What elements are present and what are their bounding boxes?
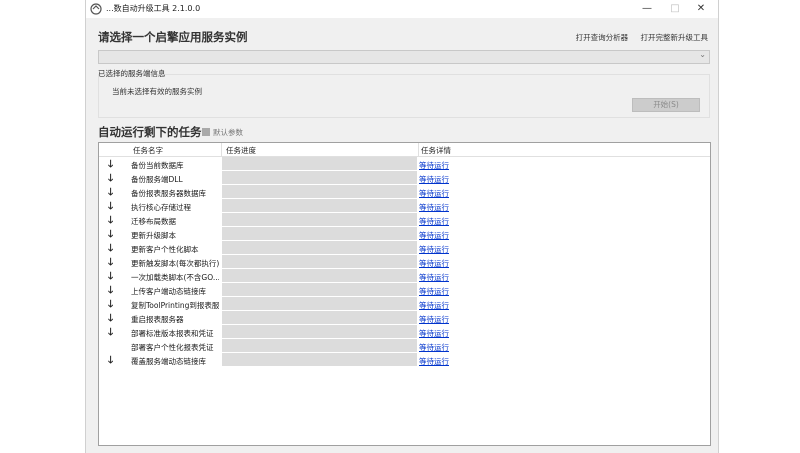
app-icon xyxy=(90,3,102,15)
task-detail-link[interactable]: 等待运行 xyxy=(419,188,449,199)
server-info-legend: 已选择的服务端信息 xyxy=(98,69,166,78)
task-progress-bar xyxy=(222,339,417,353)
title-bar: ...数自动升级工具 2.1.0.0 — □ ✕ xyxy=(86,0,718,18)
task-name: 备份报表服务器数据库 xyxy=(131,189,206,198)
table-row[interactable]: 🡓 备份当前数据库 等待运行 xyxy=(99,157,710,171)
table-row[interactable]: 🡓 上传客户端动态链接库 等待运行 xyxy=(99,283,710,297)
column-divider xyxy=(418,143,419,156)
task-progress-bar xyxy=(222,157,417,171)
table-row[interactable]: 🡓 执行核心存储过程 等待运行 xyxy=(99,199,710,213)
checkbox-icon xyxy=(202,128,210,136)
task-name: 重启报表服务器 xyxy=(131,315,184,324)
task-progress-bar xyxy=(222,325,417,339)
start-button[interactable]: 开始(S) xyxy=(632,98,700,112)
table-row[interactable]: 🡓 一次加载类脚本(不含GO... 等待运行 xyxy=(99,269,710,283)
open-full-upgrade-link[interactable]: 打开完整新升级工具 xyxy=(641,33,709,42)
task-name: 执行核心存储过程 xyxy=(131,203,191,212)
task-detail-link[interactable]: 等待运行 xyxy=(419,160,449,171)
task-detail-link[interactable]: 等待运行 xyxy=(419,202,449,213)
window-title: ...数自动升级工具 2.1.0.0 xyxy=(106,4,201,13)
table-row[interactable]: 🡓 更新升级脚本 等待运行 xyxy=(99,227,710,241)
task-detail-link[interactable]: 等待运行 xyxy=(419,244,449,255)
task-progress-bar xyxy=(222,297,417,311)
task-progress-bar xyxy=(222,283,417,297)
open-query-analyzer-link[interactable]: 打开查询分析器 xyxy=(576,33,629,42)
close-button[interactable]: ✕ xyxy=(688,0,714,18)
default-params-toggle[interactable]: 默认参数 xyxy=(202,127,243,138)
task-progress-bar xyxy=(222,353,417,367)
table-row[interactable]: 部署客户个性化报表凭证 等待运行 xyxy=(99,339,710,353)
tasks-title: 自动运行剩下的任务 xyxy=(98,125,202,139)
task-grid: 任务名字 任务进度 任务详情 🡓 备份当前数据库 等待运行 🡓 备份服务端DLL 等待运行… xyxy=(98,142,711,446)
task-detail-link[interactable]: 等待运行 xyxy=(419,216,449,227)
table-row[interactable]: 🡓 覆盖服务端动态链接库 等待运行 xyxy=(99,353,710,367)
table-row[interactable]: 🡓 迁移布局数据 等待运行 xyxy=(99,213,710,227)
page-title: 请选择一个启擎应用服务实例 xyxy=(98,30,248,44)
task-detail-link[interactable]: 等待运行 xyxy=(419,314,449,325)
table-row[interactable]: 🡓 重启报表服务器 等待运行 xyxy=(99,311,710,325)
task-progress-bar xyxy=(222,241,417,255)
task-detail-link[interactable]: 等待运行 xyxy=(419,356,449,367)
column-header-progress: 任务进度 xyxy=(226,146,256,155)
task-detail-link[interactable]: 等待运行 xyxy=(419,174,449,185)
chevron-down-icon: ⌄ xyxy=(699,50,706,59)
task-progress-bar xyxy=(222,199,417,213)
task-progress-bar xyxy=(222,213,417,227)
instance-select[interactable]: ⌄ xyxy=(98,50,710,64)
task-progress-bar xyxy=(222,227,417,241)
app-window: ...数自动升级工具 2.1.0.0 — □ ✕ 请选择一个启擎应用服务实例 打… xyxy=(85,0,719,453)
top-links: 打开查询分析器 打开完整新升级工具 xyxy=(566,32,708,43)
task-name: 覆盖服务端动态链接库 xyxy=(131,357,206,366)
minimize-button[interactable]: — xyxy=(634,0,660,18)
table-row[interactable]: 🡓 复制ToolPrinting到报表服... 等待运行 xyxy=(99,297,710,311)
task-progress-bar xyxy=(222,255,417,269)
task-name: 一次加载类脚本(不含GO... xyxy=(131,273,219,282)
column-divider xyxy=(221,143,222,156)
task-name: 备份当前数据库 xyxy=(131,161,184,170)
task-name: 更新触发脚本(每次都执行) xyxy=(131,259,219,268)
column-header-detail: 任务详情 xyxy=(421,146,451,155)
task-detail-link[interactable]: 等待运行 xyxy=(419,328,449,339)
task-name: 部署客户个性化报表凭证 xyxy=(131,343,214,352)
default-params-label: 默认参数 xyxy=(213,128,243,137)
task-detail-link[interactable]: 等待运行 xyxy=(419,272,449,283)
task-detail-link[interactable]: 等待运行 xyxy=(419,230,449,241)
grid-header: 任务名字 任务进度 任务详情 xyxy=(99,143,710,157)
task-name: 迁移布局数据 xyxy=(131,217,176,226)
task-detail-link[interactable]: 等待运行 xyxy=(419,300,449,311)
server-info-group: 已选择的服务端信息 当前未选择有效的服务实例 开始(S) xyxy=(98,66,710,118)
server-info-message: 当前未选择有效的服务实例 xyxy=(112,87,202,96)
table-row[interactable]: 🡓 部署标准版本报表和凭证 等待运行 xyxy=(99,325,710,339)
task-rows: 🡓 备份当前数据库 等待运行 🡓 备份服务端DLL 等待运行 🡓 备份报表服务器数据库 等待运行… xyxy=(99,157,710,367)
task-name: 更新升级脚本 xyxy=(131,231,176,240)
table-row[interactable]: 🡓 备份报表服务器数据库 等待运行 xyxy=(99,185,710,199)
down-arrow-icon: 🡓 xyxy=(108,355,114,366)
task-name: 备份服务端DLL xyxy=(131,175,183,184)
column-header-name: 任务名字 xyxy=(133,146,163,155)
task-progress-bar xyxy=(222,171,417,185)
task-detail-link[interactable]: 等待运行 xyxy=(419,286,449,297)
task-name: 部署标准版本报表和凭证 xyxy=(131,329,214,338)
task-name: 更新客户个性化脚本 xyxy=(131,245,199,254)
task-progress-bar xyxy=(222,311,417,325)
task-detail-link[interactable]: 等待运行 xyxy=(419,342,449,353)
table-row[interactable]: 🡓 更新客户个性化脚本 等待运行 xyxy=(99,241,710,255)
task-progress-bar xyxy=(222,185,417,199)
table-row[interactable]: 🡓 备份服务端DLL 等待运行 xyxy=(99,171,710,185)
task-name: 上传客户端动态链接库 xyxy=(131,287,206,296)
maximize-button[interactable]: □ xyxy=(662,0,688,18)
task-detail-link[interactable]: 等待运行 xyxy=(419,258,449,269)
task-progress-bar xyxy=(222,269,417,283)
table-row[interactable]: 🡓 更新触发脚本(每次都执行) 等待运行 xyxy=(99,255,710,269)
task-name: 复制ToolPrinting到报表服... xyxy=(131,301,219,310)
